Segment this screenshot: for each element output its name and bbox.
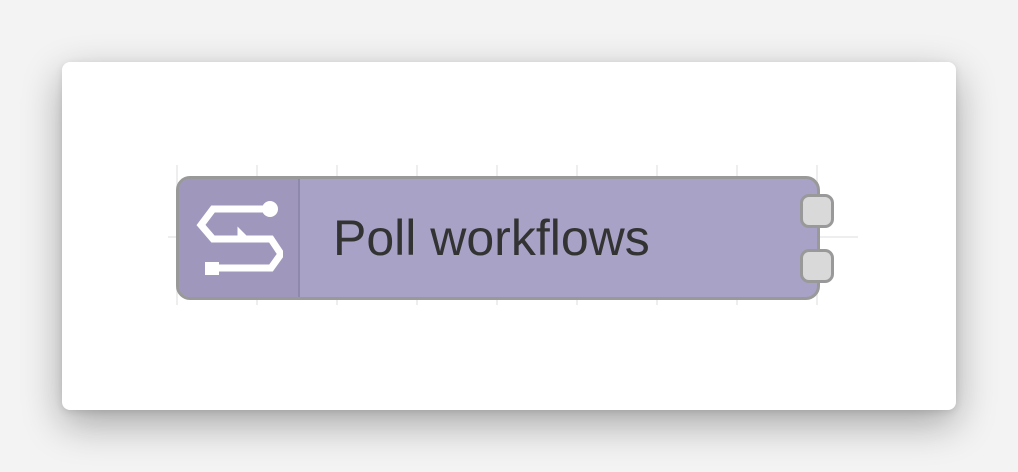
node-body[interactable]: Poll workflows — [176, 176, 820, 300]
workflow-switch-icon — [196, 201, 283, 275]
node-icon-area — [179, 179, 300, 297]
output-port-1[interactable] — [800, 194, 834, 228]
node-label: Poll workflows — [333, 210, 650, 266]
flow-node[interactable]: Poll workflows — [176, 176, 834, 300]
output-port-2[interactable] — [800, 249, 834, 283]
